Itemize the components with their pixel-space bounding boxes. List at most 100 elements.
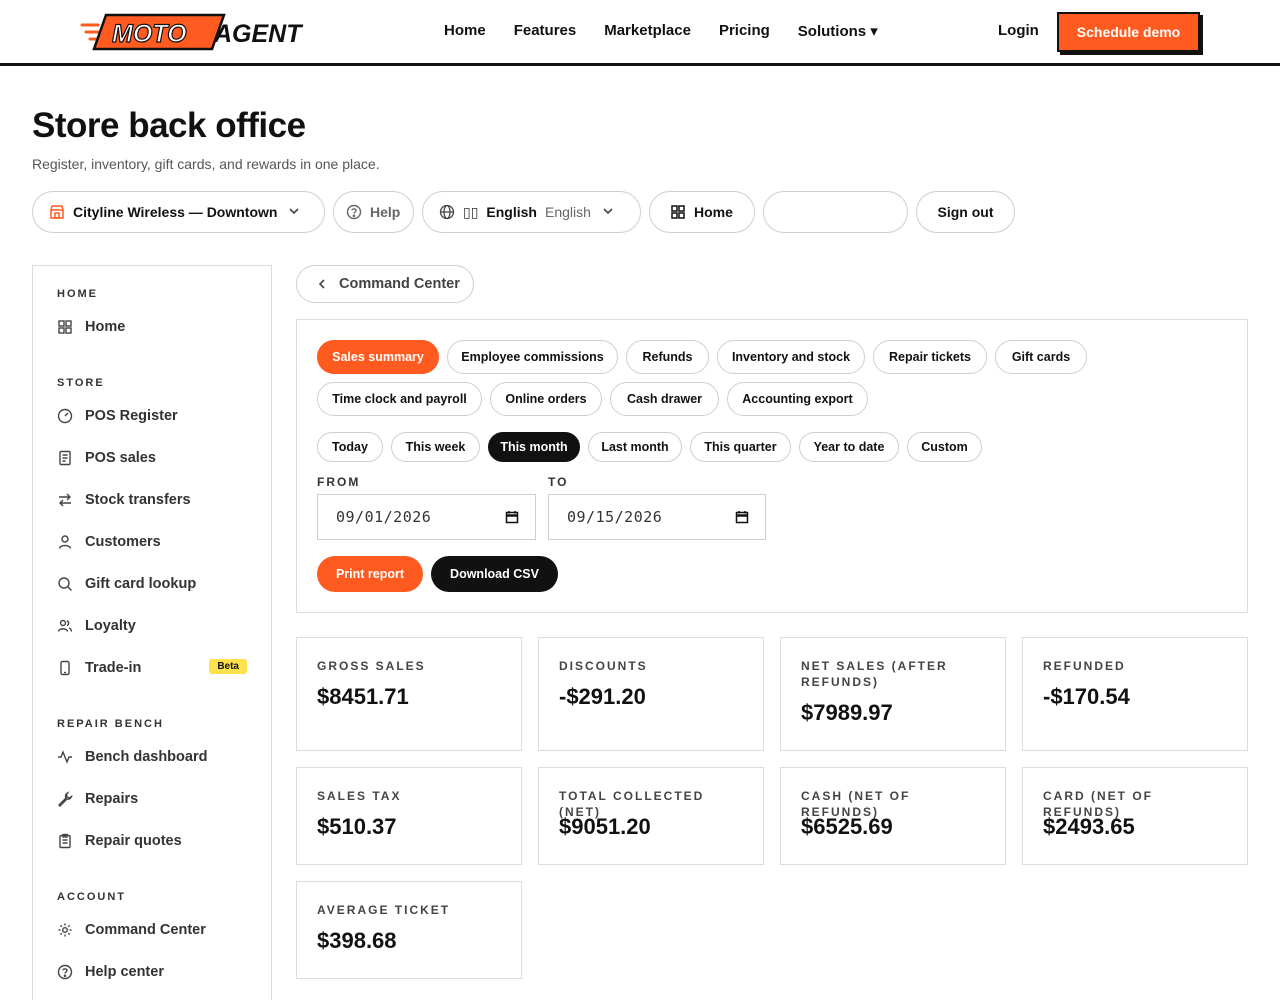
kiosk-label: Kiosk mode [808,204,888,220]
nav-features[interactable]: Features [514,22,577,40]
chevron-down-icon [601,204,617,220]
sidebar-item-help-center[interactable]: Help center [57,960,247,984]
home-label: Home [694,204,733,220]
tab-employee-commissions[interactable]: Employee commissions [447,340,618,374]
help-button[interactable]: Help [333,191,414,233]
tab-refunds[interactable]: Refunds [626,340,709,374]
question-circle-icon [346,204,362,220]
to-label: TO [548,475,569,489]
report-panel: Sales summary Employee commissions Refun… [296,319,1248,613]
stat-value: $2493.65 [1043,814,1135,839]
sidebar-item-gift-card-lookup[interactable]: Gift card lookup [57,572,247,596]
range-this-month[interactable]: This month [488,432,580,462]
users-icon [57,618,73,634]
flag-glyph: ▯▯ [463,203,479,220]
sidebar-item-label: POS Register [85,408,178,424]
range-custom[interactable]: Custom [907,432,982,462]
sidebar-item-trade-in[interactable]: Trade-in Beta [57,656,247,680]
clipboard-icon [57,833,73,849]
sidebar-item-label: Command Center [85,922,206,938]
tab-inventory-and-stock[interactable]: Inventory and stock [717,340,865,374]
stat-value: -$170.54 [1043,684,1130,709]
nav-home[interactable]: Home [444,22,486,40]
stat-card-refunded: REFUNDED -$170.54 [1022,637,1248,751]
download-csv-button[interactable]: Download CSV [431,556,558,592]
tab-time-clock-and-payroll[interactable]: Time clock and payroll [317,382,482,416]
stat-card-gross-sales: GROSS SALES $8451.71 [296,637,522,751]
sidebar-item-loyalty[interactable]: Loyalty [57,614,247,638]
sidebar-item-label: Repair quotes [85,833,182,849]
tab-sales-summary[interactable]: Sales summary [317,340,439,374]
tab-cash-drawer[interactable]: Cash drawer [610,382,719,416]
sidebar-item-repairs[interactable]: Repairs [57,787,247,811]
tab-repair-tickets[interactable]: Repair tickets [873,340,987,374]
logo-text-moto: MOTO [112,20,187,48]
print-report-button[interactable]: Print report [317,556,423,592]
page-title: Store back office [32,106,306,145]
sidebar-section-store: STORE [57,377,105,389]
calendar-icon[interactable] [735,510,749,524]
nav-solutions-dropdown[interactable]: Solutions ▾ [798,22,878,40]
sidebar-section-repair-bench: REPAIR BENCH [57,718,164,730]
range-year-to-date[interactable]: Year to date [799,432,899,462]
language-selector[interactable]: ▯▯ English English [422,191,641,233]
home-button[interactable]: Home [649,191,755,233]
nav-pricing[interactable]: Pricing [719,22,770,40]
arrows-swap-icon [57,492,73,508]
nav-marketplace[interactable]: Marketplace [604,22,691,40]
gauge-icon [57,408,73,424]
wrench-icon [57,791,73,807]
stat-card-total-collected: TOTAL COLLECTED (NET) $9051.20 [538,767,764,865]
sidebar-item-customers[interactable]: Customers [57,530,247,554]
sidebar-item-label: Stock transfers [85,492,191,508]
to-date-input[interactable]: 09/15/2026 [548,494,766,540]
sidebar-item-bench-dashboard[interactable]: Bench dashboard [57,745,247,769]
stat-label: SALES TAX [317,789,402,803]
stat-value: -$291.20 [559,684,646,709]
stat-card-average-ticket: AVERAGE TICKET $398.68 [296,881,522,979]
sidebar-item-stock-transfers[interactable]: Stock transfers [57,488,247,512]
receipt-icon [57,450,73,466]
store-icon [49,204,65,220]
help-label: Help [370,204,401,220]
store-selector[interactable]: Cityline Wireless — Downtown [32,191,325,233]
sidebar-item-label: Loyalty [85,618,136,634]
grid-icon [670,204,686,220]
stat-label: GROSS SALES [317,659,426,673]
tab-gift-cards[interactable]: Gift cards [995,340,1087,374]
motoagent-logo[interactable]: MOTO AGENT [80,13,324,51]
from-label: FROM [317,475,361,489]
sidebar-item-label: Trade-in [85,660,142,676]
tab-online-orders[interactable]: Online orders [490,382,602,416]
globe-icon [439,204,455,220]
range-last-month[interactable]: Last month [588,432,682,462]
sidebar-item-home[interactable]: Home [57,315,247,339]
sidebar-item-pos-sales[interactable]: POS sales [57,446,247,470]
stat-card-net-sales: NET SALES (AFTER REFUNDS) $7989.97 [780,637,1006,751]
range-today[interactable]: Today [317,432,383,462]
login-link[interactable]: Login [998,22,1039,39]
schedule-demo-button[interactable]: Schedule demo [1057,12,1200,52]
back-label: Command Center [339,276,460,292]
kiosk-mode-button[interactable]: Kiosk mode [763,191,908,233]
stat-card-cash: CASH (NET OF REFUNDS) $6525.69 [780,767,1006,865]
sidebar-item-command-center[interactable]: Command Center [57,918,247,942]
from-date-input[interactable]: 09/01/2026 [317,494,536,540]
range-this-week[interactable]: This week [391,432,480,462]
sidebar-item-label: Home [85,319,126,335]
sidebar-item-pos-register[interactable]: POS Register [57,404,247,428]
stat-label: NET SALES (AFTER REFUNDS) [801,659,948,689]
language-label: English [486,204,537,220]
back-to-command-center[interactable]: Command Center [296,265,474,303]
range-this-quarter[interactable]: This quarter [690,432,791,462]
question-circle-icon [57,964,73,980]
grid-icon [57,319,73,335]
sidebar-item-label: POS sales [85,450,156,466]
stat-label: AVERAGE TICKET [317,903,451,917]
sidebar-section-account: ACCOUNT [57,891,126,903]
tab-accounting-export[interactable]: Accounting export [727,382,868,416]
sidebar-item-repair-quotes[interactable]: Repair quotes [57,829,247,853]
calendar-icon[interactable] [505,510,519,524]
sign-out-button[interactable]: Sign out [916,191,1015,233]
gear-icon [57,922,73,938]
